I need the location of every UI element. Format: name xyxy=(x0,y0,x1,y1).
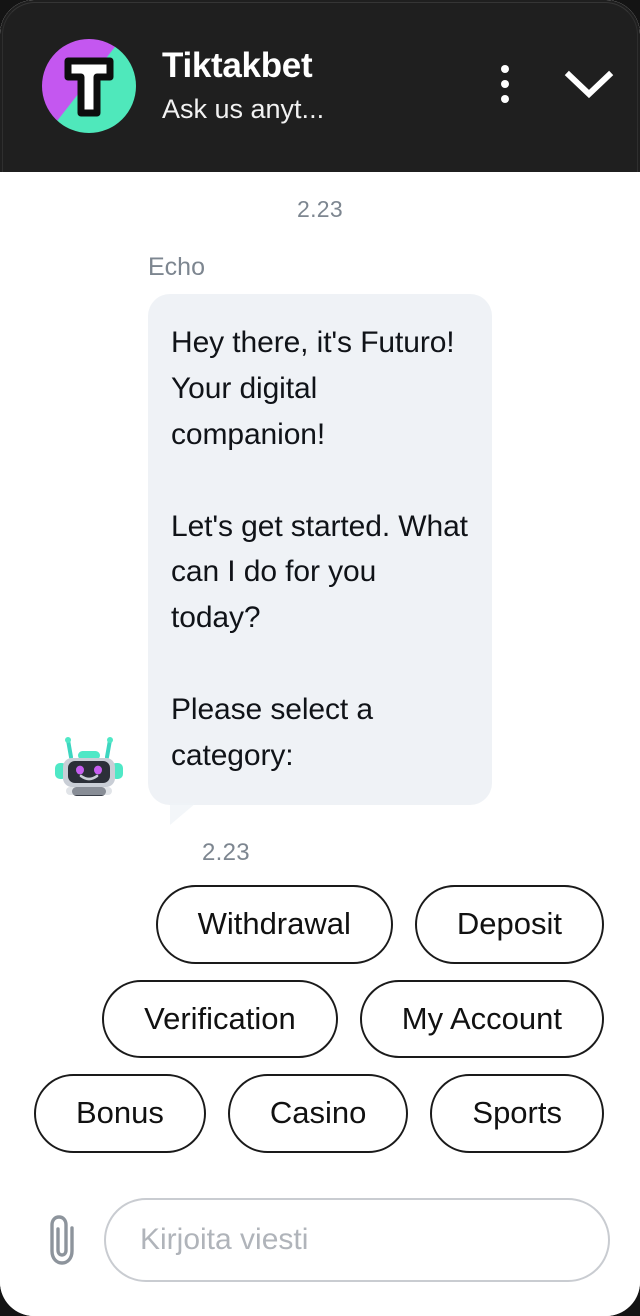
chat-header: Tiktakbet Ask us anyt... xyxy=(0,0,640,172)
quick-reply-deposit[interactable]: Deposit xyxy=(414,884,604,964)
message-input[interactable] xyxy=(104,1198,610,1282)
quick-reply-row: Bonus Casino Sports xyxy=(33,1074,604,1154)
quick-reply-sports[interactable]: Sports xyxy=(430,1074,604,1154)
header-text-block: Tiktakbet Ask us anyt... xyxy=(162,46,494,126)
chevron-down-icon[interactable] xyxy=(564,68,614,100)
quick-reply-group: Withdrawal Deposit Verification My Accou… xyxy=(22,884,618,1154)
chat-widget: Tiktakbet Ask us anyt... 2.23 Echo Hey t… xyxy=(0,0,640,1316)
tiktakbet-logo-t-icon xyxy=(64,57,114,117)
paperclip-icon[interactable] xyxy=(44,1213,82,1267)
quick-reply-casino[interactable]: Casino xyxy=(227,1074,409,1154)
robot-avatar-icon xyxy=(52,736,126,799)
message-composer xyxy=(0,1184,640,1316)
message-sender-name: Echo xyxy=(148,253,205,281)
chat-body: 2.23 Echo Hey there, it's Futuro! Your d… xyxy=(0,172,640,1184)
kebab-dot xyxy=(501,95,509,103)
conversation-timestamp: 2.23 xyxy=(297,196,343,222)
bot-message-row: Hey there, it's Futuro! Your digital com… xyxy=(22,294,618,825)
bot-message-bubble: Hey there, it's Futuro! Your digital com… xyxy=(148,294,492,825)
kebab-dot xyxy=(501,65,509,73)
quick-reply-my-account[interactable]: My Account xyxy=(359,979,604,1059)
kebab-dot xyxy=(501,80,509,88)
page-title: Tiktakbet xyxy=(162,46,313,86)
quick-reply-withdrawal[interactable]: Withdrawal xyxy=(155,884,393,964)
kebab-menu-icon[interactable] xyxy=(500,65,510,103)
quick-reply-row: Verification My Account xyxy=(102,979,604,1059)
header-actions xyxy=(500,65,614,107)
quick-reply-verification[interactable]: Verification xyxy=(102,979,338,1059)
brand-avatar xyxy=(42,39,136,133)
header-subtitle: Ask us anyt... xyxy=(162,94,325,125)
quick-reply-bonus[interactable]: Bonus xyxy=(33,1074,206,1154)
message-timestamp: 2.23 xyxy=(202,838,250,866)
quick-reply-row: Withdrawal Deposit xyxy=(155,884,604,964)
